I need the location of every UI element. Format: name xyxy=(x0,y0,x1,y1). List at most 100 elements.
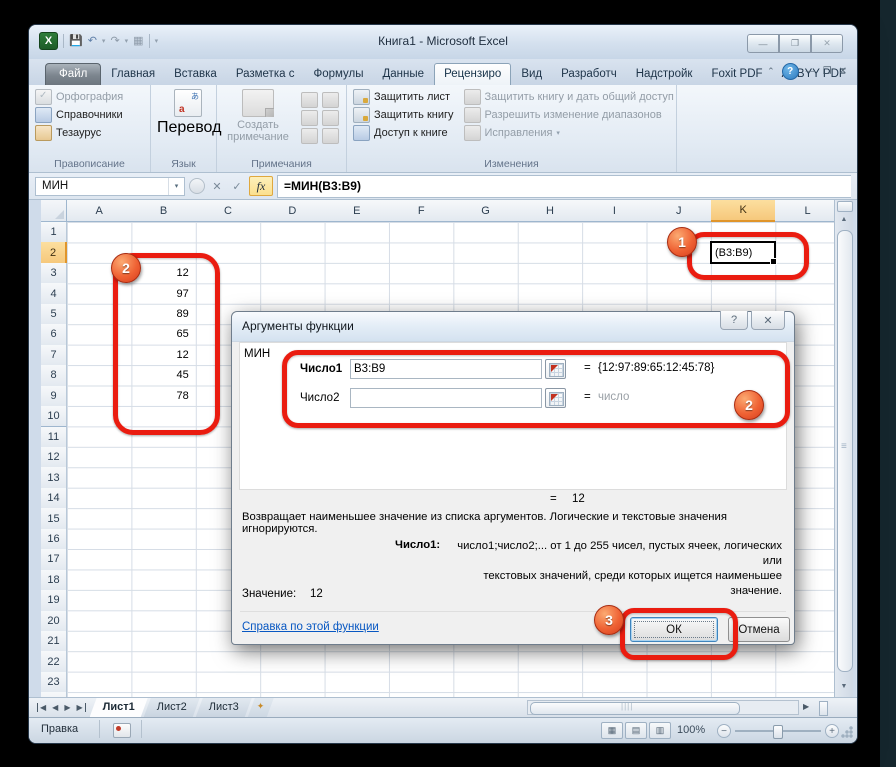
sheet-tab-лист1[interactable]: Лист1 xyxy=(90,698,148,717)
scroll-up-icon[interactable]: ▲ xyxy=(836,211,852,227)
zoom-in-icon[interactable]: + xyxy=(825,724,839,738)
row-header-16[interactable]: 16 xyxy=(41,529,67,550)
sheet-tab-лист2[interactable]: Лист2 xyxy=(144,698,200,717)
resize-grip[interactable] xyxy=(841,726,853,738)
row-header-3[interactable]: 3 xyxy=(41,263,67,284)
column-header-D[interactable]: D xyxy=(260,200,325,222)
column-header-A[interactable]: A xyxy=(67,200,132,222)
column-header-C[interactable]: C xyxy=(196,200,261,222)
function-help-link[interactable]: Справка по этой функции xyxy=(242,621,379,633)
vertical-scroll-thumb[interactable] xyxy=(837,230,853,672)
column-header-K[interactable]: K xyxy=(711,200,776,222)
row-header-4[interactable]: 4 xyxy=(41,283,67,304)
workbook-minimize-icon[interactable]: — xyxy=(806,66,816,77)
show-all-comments-icon[interactable] xyxy=(322,110,339,126)
row-header-7[interactable]: 7 xyxy=(41,345,67,366)
ribbon-tab-формулы[interactable]: Формулы xyxy=(304,64,372,85)
row-header-10[interactable]: 10 xyxy=(41,406,67,427)
row-header-19[interactable]: 19 xyxy=(41,590,67,611)
insert-function-icon[interactable]: fx xyxy=(249,176,273,196)
first-sheet-icon[interactable]: ◀ xyxy=(37,703,46,712)
allow-edit-ranges-button[interactable]: Разрешить изменение диапазонов xyxy=(464,106,674,124)
last-sheet-icon[interactable]: ▶ xyxy=(76,703,85,712)
row-header-11[interactable]: 11 xyxy=(41,427,67,448)
row-header-8[interactable]: 8 xyxy=(41,365,67,386)
zoom-slider-thumb[interactable] xyxy=(773,725,783,739)
protect-workbook-button[interactable]: Защитить книгу xyxy=(353,106,454,124)
ribbon-tab-foxit-pdf[interactable]: Foxit PDF xyxy=(702,64,771,85)
row-header-18[interactable]: 18 xyxy=(41,570,67,591)
thesaurus-button[interactable]: Тезаурус xyxy=(35,124,144,142)
row-header-6[interactable]: 6 xyxy=(41,324,67,345)
row-header-12[interactable]: 12 xyxy=(41,447,67,468)
protect-sheet-button[interactable]: Защитить лист xyxy=(353,88,454,106)
delete-comment-icon[interactable] xyxy=(301,92,318,108)
show-ink-icon[interactable] xyxy=(322,128,339,144)
ribbon-tab-разметка-с[interactable]: Разметка с xyxy=(227,64,304,85)
show-comment-icon[interactable] xyxy=(322,92,339,108)
help-icon[interactable]: ? xyxy=(782,63,799,80)
row-header-22[interactable]: 22 xyxy=(41,651,67,672)
previous-comment-icon[interactable] xyxy=(301,110,318,126)
row-header-15[interactable]: 15 xyxy=(41,508,67,529)
row-header-20[interactable]: 20 xyxy=(41,611,67,632)
ribbon-tab-вставка[interactable]: Вставка xyxy=(165,64,226,85)
horizontal-scroll-thumb[interactable] xyxy=(530,702,740,715)
column-header-F[interactable]: F xyxy=(389,200,454,222)
spelling-button[interactable]: Орфография xyxy=(35,88,144,106)
name-box[interactable]: МИН ▾ xyxy=(35,177,185,196)
scroll-down-icon[interactable]: ▼ xyxy=(836,678,852,694)
share-workbook-button[interactable]: Доступ к книге xyxy=(353,124,454,142)
row-header-21[interactable]: 21 xyxy=(41,631,67,652)
track-changes-button[interactable]: Исправления ▾ xyxy=(464,124,674,142)
next-sheet-icon[interactable]: ▶ xyxy=(64,703,70,712)
column-header-H[interactable]: H xyxy=(518,200,583,222)
translate-button[interactable]: Перевод xyxy=(157,89,219,137)
row-header-1[interactable]: 1 xyxy=(41,222,67,243)
formula-input[interactable]: =МИН(B3:B9) xyxy=(277,175,851,198)
dialog-title-bar[interactable]: Аргументы функции ? ✕ xyxy=(232,312,794,342)
column-header-E[interactable]: E xyxy=(325,200,390,222)
ribbon-tab-главная[interactable]: Главная xyxy=(102,64,164,85)
vertical-scrollbar[interactable]: ▲ ▼ xyxy=(834,200,853,697)
column-header-G[interactable]: G xyxy=(453,200,518,222)
cancel-formula-icon[interactable]: ✕ xyxy=(209,180,225,193)
minimize-icon[interactable]: — xyxy=(747,34,779,53)
page-break-view-icon[interactable]: ▥ xyxy=(649,722,671,739)
ribbon-tab-данные[interactable]: Данные xyxy=(374,64,434,85)
scroll-right-icon[interactable]: ▶ xyxy=(803,702,809,711)
next-comment-icon[interactable] xyxy=(301,128,318,144)
page-layout-view-icon[interactable]: ▤ xyxy=(625,722,647,739)
workbook-restore-icon[interactable]: ❐ xyxy=(823,66,832,77)
workbook-close-icon[interactable]: ✕ xyxy=(839,66,847,77)
close-icon[interactable]: ✕ xyxy=(811,34,843,53)
column-header-L[interactable]: L xyxy=(775,200,834,222)
row-header-2[interactable]: 2 xyxy=(41,242,67,263)
dialog-help-icon[interactable]: ? xyxy=(720,311,748,330)
tab-split-handle[interactable] xyxy=(819,701,828,716)
row-header-13[interactable]: 13 xyxy=(41,467,67,488)
sheet-tab-лист3[interactable]: Лист3 xyxy=(196,698,252,717)
row-header-9[interactable]: 9 xyxy=(41,386,67,407)
row-header-23[interactable]: 23 xyxy=(41,672,67,693)
normal-view-icon[interactable]: ▦ xyxy=(601,722,623,739)
select-all-corner[interactable] xyxy=(41,200,67,222)
row-header-17[interactable]: 17 xyxy=(41,549,67,570)
horizontal-scrollbar[interactable] xyxy=(527,700,799,715)
ribbon-tab-вид[interactable]: Вид xyxy=(512,64,551,85)
row-header-14[interactable]: 14 xyxy=(41,488,67,509)
zoom-level[interactable]: 100% xyxy=(677,724,705,736)
zoom-out-icon[interactable]: − xyxy=(717,724,731,738)
ribbon-tab-надстройк[interactable]: Надстройк xyxy=(627,64,702,85)
collapse-ribbon-icon[interactable]: ⌃ xyxy=(767,66,775,77)
restore-icon[interactable]: ❐ xyxy=(779,34,811,53)
enter-formula-icon[interactable]: ✓ xyxy=(229,180,245,193)
macro-record-icon[interactable] xyxy=(113,723,131,738)
ribbon-tab-файл[interactable]: Файл xyxy=(45,63,101,85)
column-header-I[interactable]: I xyxy=(582,200,647,222)
row-header-5[interactable]: 5 xyxy=(41,304,67,325)
ribbon-tab-разработч[interactable]: Разработч xyxy=(552,64,626,85)
dialog-close-icon[interactable]: ✕ xyxy=(751,311,785,330)
column-header-B[interactable]: B xyxy=(131,200,196,222)
name-box-dropdown-icon[interactable]: ▾ xyxy=(168,178,184,195)
